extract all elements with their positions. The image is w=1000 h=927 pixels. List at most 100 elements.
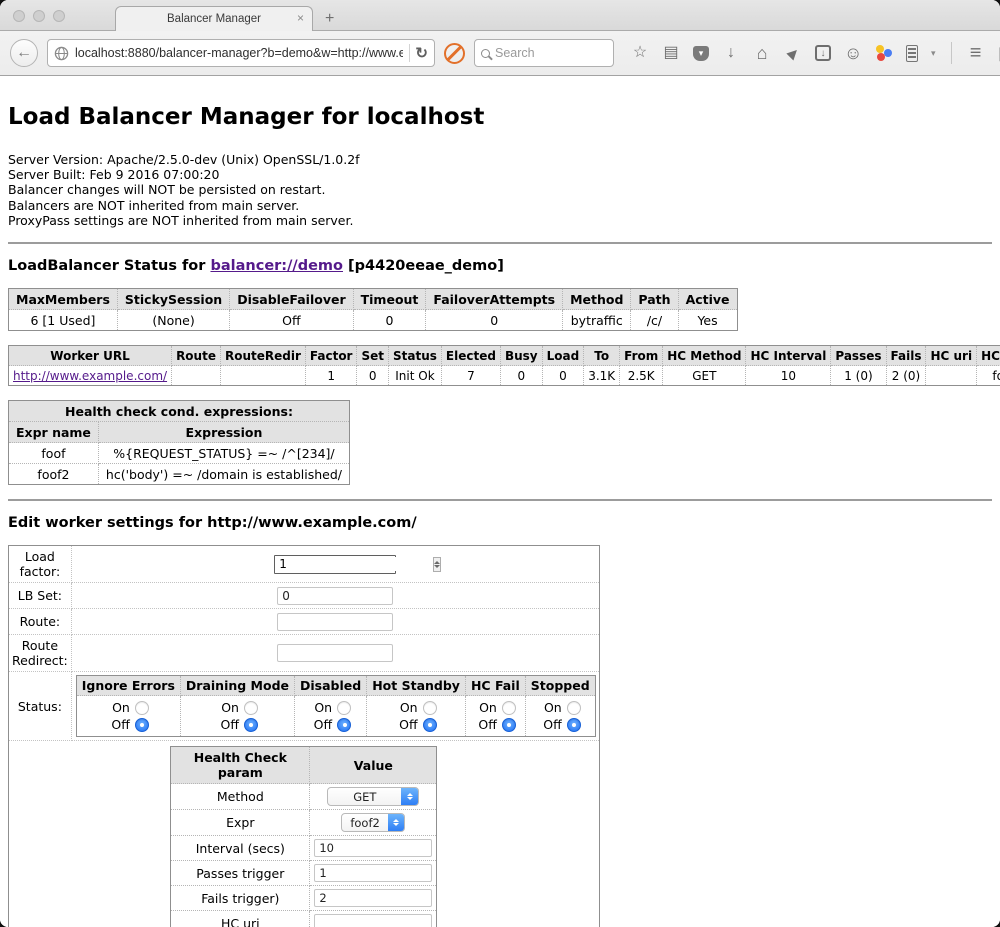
radio-ignore-errors-off[interactable] [135, 718, 149, 732]
persist-notice-line: Balancer changes will NOT be persisted o… [8, 182, 992, 197]
bookmark-star-icon[interactable]: ☆ [631, 44, 649, 62]
menu-icon[interactable]: ≡ [967, 44, 985, 62]
radio-draining-mode-off[interactable] [244, 718, 258, 732]
table-row: http://www.example.com/ 1 0 Init Ok 7 0 … [9, 366, 1000, 386]
new-tab-button[interactable]: + [325, 10, 334, 28]
back-button[interactable]: ← [10, 39, 38, 67]
search-bar[interactable] [474, 39, 614, 67]
radio-stopped-on[interactable] [567, 701, 581, 715]
route-input[interactable] [277, 613, 393, 631]
page-title: Load Balancer Manager for localhost [8, 104, 992, 130]
search-input[interactable] [495, 46, 595, 60]
divider [8, 499, 992, 501]
hc-passes-input[interactable] [314, 864, 432, 882]
load-factor-input[interactable] [275, 557, 433, 571]
toolbar-buttons: ☆ ▤ ▾ ↓ ⌂ ▶ ↓ ☺ ▾ ≡ ▦ [631, 42, 1000, 64]
url-input[interactable]: localhost:8880/balancer-manager?b=demo&w… [75, 46, 403, 60]
col-hc-fail: HC Fail [465, 676, 525, 696]
col-method: Method [563, 289, 631, 310]
radio-draining-mode-on[interactable] [244, 701, 258, 715]
table-row: 6 [1 Used] (None) Off 0 0 bytraffic /c/ … [9, 310, 738, 331]
tab-title: Balancer Manager [167, 13, 261, 25]
tab-balancer-manager[interactable]: Balancer Manager × [115, 6, 313, 31]
toolbar-separator [951, 42, 952, 64]
save-to-device-icon[interactable]: ↓ [815, 45, 831, 61]
battery-extension-icon[interactable] [906, 45, 918, 62]
url-bar[interactable]: localhost:8880/balancer-manager?b=demo&w… [47, 39, 435, 67]
col-stopped: Stopped [525, 676, 595, 696]
hc-passes-label: Passes trigger [171, 861, 310, 886]
col-timeout: Timeout [353, 289, 426, 310]
col-path: Path [631, 289, 678, 310]
smiley-extension-icon[interactable]: ☺ [844, 44, 862, 62]
adblock-icon[interactable] [444, 43, 465, 64]
col-active: Active [678, 289, 737, 310]
edit-worker-form: Load factor: LB Set: Route: Route Redire… [8, 545, 600, 927]
home-icon[interactable]: ⌂ [753, 44, 771, 62]
table-header-row: Expr name Expression [9, 422, 350, 443]
globe-icon [54, 46, 69, 61]
table-row: foof %{REQUEST_STATUS} =~ /^[234]/ [9, 443, 350, 464]
server-info: Server Version: Apache/2.5.0-dev (Unix) … [8, 152, 992, 228]
col-draining-mode: Draining Mode [180, 676, 294, 696]
table-header-row: Health Check param Value [171, 747, 437, 784]
worker-status-table: Worker URL Route RouteRedir Factor Set S… [8, 345, 1000, 386]
radio-hc-fail-off[interactable] [502, 718, 516, 732]
balancers-notice-line: Balancers are NOT inherited from main se… [8, 198, 992, 213]
browser-window: Balancer Manager × + ← localhost:8880/ba… [0, 0, 1000, 927]
col-failoverattempts: FailoverAttempts [426, 289, 563, 310]
url-divider [409, 44, 410, 62]
page-content: Load Balancer Manager for localhost Serv… [0, 76, 1000, 927]
hc-fails-label: Fails trigger) [171, 886, 310, 911]
select-arrows-icon [401, 788, 418, 805]
close-window-button[interactable] [13, 10, 25, 22]
load-factor-field[interactable] [274, 555, 396, 574]
zoom-window-button[interactable] [53, 10, 65, 22]
worker-url-link[interactable]: http://www.example.com/ [13, 369, 167, 383]
yellow-dot [876, 45, 884, 53]
lb-set-input[interactable] [277, 587, 393, 605]
balancer-status-table: MaxMembers StickySession DisableFailover… [8, 288, 738, 331]
reading-list-icon[interactable]: ▤ [662, 44, 680, 62]
extension-caret-icon[interactable]: ▾ [931, 48, 936, 59]
server-version-line: Server Version: Apache/2.5.0-dev (Unix) … [8, 152, 992, 167]
radio-hot-standby-off[interactable] [423, 718, 437, 732]
server-built-line: Server Built: Feb 9 2016 07:00:20 [8, 167, 992, 182]
hc-method-select[interactable]: GET [327, 787, 419, 806]
col-disabled: Disabled [295, 676, 367, 696]
downloads-icon[interactable]: ↓ [722, 44, 740, 62]
hc-fails-input[interactable] [314, 889, 432, 907]
table-header-row: Ignore Errors Draining Mode Disabled Hot… [76, 676, 595, 696]
radio-hc-fail-on[interactable] [502, 701, 516, 715]
tab-close-icon[interactable]: × [297, 11, 304, 25]
radio-stopped-off[interactable] [567, 718, 581, 732]
hc-uri-input[interactable] [314, 914, 432, 927]
table-header-row: Worker URL Route RouteRedir Factor Set S… [9, 346, 1000, 366]
pocket-icon[interactable]: ▾ [693, 46, 709, 61]
minimize-window-button[interactable] [33, 10, 45, 22]
radio-disabled-on[interactable] [337, 701, 351, 715]
radio-ignore-errors-on[interactable] [135, 701, 149, 715]
radio-disabled-off[interactable] [337, 718, 351, 732]
health-check-param-table: Health Check param Value Method GET Expr… [170, 746, 437, 927]
edit-worker-heading: Edit worker settings for http://www.exam… [8, 515, 992, 531]
reload-icon[interactable]: ↻ [415, 44, 428, 62]
window-controls [13, 10, 65, 22]
send-icon[interactable]: ▶ [784, 44, 802, 62]
col-stickysession: StickySession [117, 289, 229, 310]
number-spinner-icon[interactable] [433, 557, 441, 572]
load-factor-label: Load factor: [9, 546, 72, 583]
hc-expr-select[interactable]: foof2 [341, 813, 405, 832]
navigation-toolbar: ← localhost:8880/balancer-manager?b=demo… [0, 31, 1000, 76]
route-redirect-input[interactable] [277, 644, 393, 662]
balancer-status-heading: LoadBalancer Status for balancer://demo … [8, 258, 992, 274]
radio-hot-standby-on[interactable] [423, 701, 437, 715]
hc-interval-input[interactable] [314, 839, 432, 857]
divider [8, 242, 992, 244]
colored-dots-extension-icon[interactable] [875, 44, 893, 62]
hc-expr-label: Expr [171, 810, 310, 836]
balancer-demo-link[interactable]: balancer://demo [210, 258, 343, 274]
red-dot [877, 53, 885, 61]
heading-prefix: LoadBalancer Status for [8, 258, 210, 274]
table-row: foof2 hc('body') =~ /domain is establish… [9, 464, 350, 485]
